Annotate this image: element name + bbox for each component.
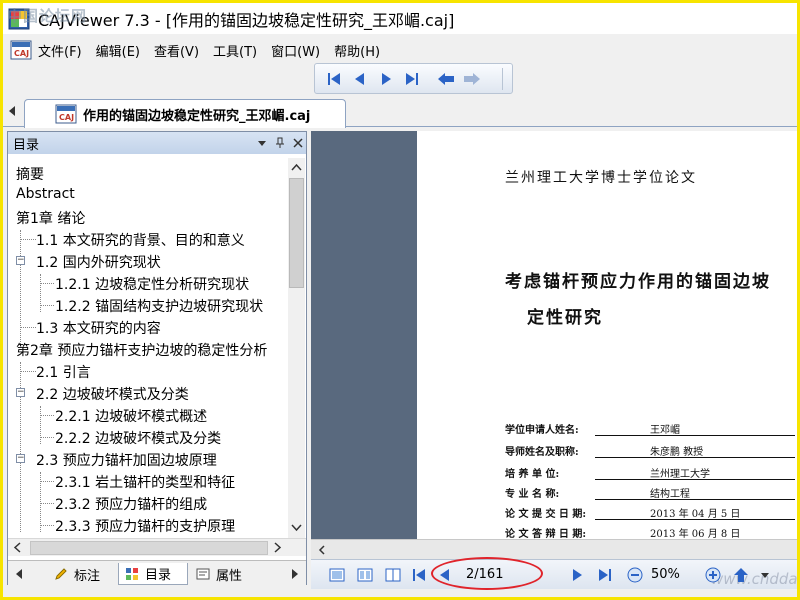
last-page-icon: [599, 569, 611, 581]
toc-horizontal-scrollbar[interactable]: [8, 538, 306, 556]
single-page-button[interactable]: [327, 565, 347, 585]
info-row: 论 文 答 辩 日 期: 2013 年 06 月 8 日: [505, 525, 797, 539]
scroll-left-icon[interactable]: [12, 542, 23, 553]
continuous-page-button[interactable]: [355, 565, 375, 585]
info-row: 论 文 提 交 日 期: 2013 年 04 月 5 日: [505, 505, 797, 525]
tab-scroll-left-icon[interactable]: [5, 104, 19, 118]
zoom-out-button[interactable]: [625, 565, 645, 585]
next-page-icon: [382, 72, 391, 85]
red-highlight-ellipse: [431, 557, 543, 590]
info-row: 培 养 单 位: 兰州理工大学: [505, 465, 797, 485]
panel-tab-strip: 标注 目录 属性: [8, 560, 306, 586]
tab-contents[interactable]: 目录: [118, 563, 188, 585]
info-row: 学位申请人姓名: 王邓嵋: [505, 421, 797, 441]
toolbar-grip[interactable]: [502, 68, 510, 90]
scroll-up-icon[interactable]: [291, 162, 302, 173]
document-view[interactable]: 兰州理工大学博士学位论文 考虑锚杆预应力作用的锚固边坡 定性研究 学位申请人姓名…: [311, 131, 797, 539]
menu-edit[interactable]: 编辑(E): [96, 41, 140, 60]
scroll-left-icon[interactable]: [317, 545, 327, 555]
caj-file-icon: CAJ: [55, 104, 77, 124]
toc-panel-header: 目录: [8, 132, 306, 154]
toc-vertical-scrollbar[interactable]: [288, 158, 305, 538]
menu-tools[interactable]: 工具(T): [213, 41, 257, 60]
thesis-title-line-1: 考虑锚杆预应力作用的锚固边坡: [505, 272, 771, 292]
thesis-title-line-2: 定性研究: [527, 308, 603, 328]
tab-strip-right-icon[interactable]: [290, 568, 300, 580]
tab-strip-left-icon[interactable]: [14, 568, 24, 580]
forward-arrow-icon: [464, 72, 480, 85]
info-row: 导师姓名及职称: 朱彦鹏 教授: [505, 443, 797, 463]
last-page-button[interactable]: [595, 565, 615, 585]
toolbar-dropdown-button[interactable]: [755, 565, 775, 585]
last-page-icon: [406, 72, 418, 85]
svg-text:CAJ: CAJ: [59, 113, 74, 122]
toc-tree: − − − 摘要 Abstract 第1章 绪论 1.1 本文研究的背景、目的和…: [16, 167, 268, 535]
document-horizontal-scrollbar[interactable]: [311, 539, 797, 559]
pencil-icon: [55, 568, 67, 580]
zoom-out-icon: [627, 567, 643, 583]
title-bar: CAJViewer 7.3 - [作用的锚固边坡稳定性研究_王邓嵋.caj]: [3, 3, 797, 34]
panel-pin-icon[interactable]: [272, 135, 288, 151]
toc-collapse-toggle[interactable]: −: [16, 256, 25, 265]
zoom-in-button[interactable]: [703, 565, 723, 585]
first-page-button[interactable]: [321, 67, 347, 91]
toc-hscroll-thumb[interactable]: [30, 541, 268, 555]
zoom-level[interactable]: 50%: [651, 567, 680, 582]
caj-document-icon[interactable]: CAJ: [10, 40, 32, 60]
next-page-button[interactable]: [567, 565, 587, 585]
toc-panel: 目录 − − − 摘要 Abstract 第1章 绪论 1.1 本文研究的背景、…: [7, 131, 307, 586]
svg-text:CAJ: CAJ: [14, 49, 29, 58]
navigation-toolbar: [314, 63, 513, 94]
toc-collapse-toggle[interactable]: −: [16, 454, 25, 463]
contents-grid-icon: [126, 567, 138, 580]
toc-scroll-thumb[interactable]: [289, 178, 304, 288]
status-toolbar: 2/161 50% www.cnddao.com: [311, 557, 797, 590]
document-tab[interactable]: CAJ 作用的锚固边坡稳定性研究_王邓嵋.caj: [24, 99, 346, 128]
first-page-icon: [413, 569, 425, 581]
continuous-page-view-icon: [357, 568, 373, 582]
menu-view[interactable]: 查看(V): [154, 41, 199, 60]
facing-page-view-icon: [385, 568, 401, 582]
panel-dropdown-icon[interactable]: [254, 135, 270, 151]
menu-window[interactable]: 窗口(W): [271, 41, 320, 60]
back-arrow-icon: [438, 72, 454, 85]
upload-button[interactable]: [731, 565, 751, 585]
chevron-down-icon: [761, 573, 769, 578]
watermark-bottom-right: www.cnddao.com: [711, 570, 797, 588]
cajviewer-window: CAJViewer 7.3 - [作用的锚固边坡稳定性研究_王邓嵋.caj] 中…: [3, 3, 797, 597]
university-heading: 兰州理工大学博士学位论文: [505, 170, 697, 186]
caj-app-icon: [8, 8, 30, 29]
document-page: 兰州理工大学博士学位论文 考虑锚杆预应力作用的锚固边坡 定性研究 学位申请人姓名…: [417, 131, 797, 539]
menu-help[interactable]: 帮助(H): [334, 41, 380, 60]
document-tab-bar: CAJ 作用的锚固边坡稳定性研究_王邓嵋.caj: [3, 97, 797, 128]
menu-bar: CAJ 文件(F) 编辑(E) 查看(V) 工具(T) 窗口(W) 帮助(H): [3, 38, 797, 62]
properties-icon: [196, 568, 210, 580]
next-page-button[interactable]: [373, 67, 399, 91]
info-row: 专 业 名 称: 结构工程: [505, 485, 797, 505]
document-tab-label: 作用的锚固边坡稳定性研究_王邓嵋.caj: [83, 108, 311, 124]
panel-close-icon[interactable]: [290, 135, 306, 151]
toc-panel-title: 目录: [13, 137, 40, 153]
up-arrow-icon: [734, 568, 748, 582]
facing-page-button[interactable]: [383, 565, 403, 585]
menu-file[interactable]: 文件(F): [38, 41, 82, 60]
previous-page-icon: [355, 72, 364, 85]
toc-collapse-toggle[interactable]: −: [16, 388, 25, 397]
scroll-down-icon[interactable]: [291, 522, 302, 533]
tab-annotation[interactable]: 标注: [48, 563, 118, 585]
first-page-icon: [328, 72, 340, 85]
back-button[interactable]: [433, 67, 459, 91]
previous-page-button[interactable]: [347, 67, 373, 91]
forward-button[interactable]: [459, 67, 485, 91]
single-page-view-icon: [329, 568, 345, 582]
next-page-icon: [573, 569, 582, 581]
zoom-in-icon: [705, 567, 721, 583]
first-page-button[interactable]: [409, 565, 429, 585]
tab-properties[interactable]: 属性: [190, 563, 260, 585]
scroll-right-icon[interactable]: [272, 542, 283, 553]
window-title: CAJViewer 7.3 - [作用的锚固边坡稳定性研究_王邓嵋.caj]: [38, 10, 455, 30]
last-page-button[interactable]: [399, 67, 425, 91]
